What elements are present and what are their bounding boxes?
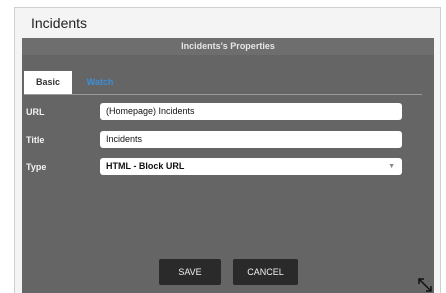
save-button[interactable]: SAVE [159,259,221,285]
tab-divider [24,94,422,95]
properties-dialog: Incidents's Properties Basic Watch URL (… [22,38,434,293]
title-label: Title [26,135,45,145]
dialog-title: Incidents's Properties [22,38,434,55]
type-select[interactable]: HTML - Block URL ▼ [100,158,402,175]
type-label: Type [26,162,47,172]
page-frame: Incidents Incidents's Properties Basic W… [14,7,441,293]
url-label: URL [26,107,45,117]
resize-arrows-icon[interactable] [416,276,434,293]
chevron-down-icon: ▼ [388,163,395,170]
tab-basic[interactable]: Basic [24,71,72,94]
page-title: Incidents [31,15,88,31]
title-field[interactable]: Incidents [100,131,402,148]
cancel-button[interactable]: CANCEL [233,259,298,285]
tab-watch[interactable]: Watch [80,71,120,94]
type-select-value: HTML - Block URL [106,161,185,171]
url-field[interactable]: (Homepage) Incidents [100,103,402,120]
